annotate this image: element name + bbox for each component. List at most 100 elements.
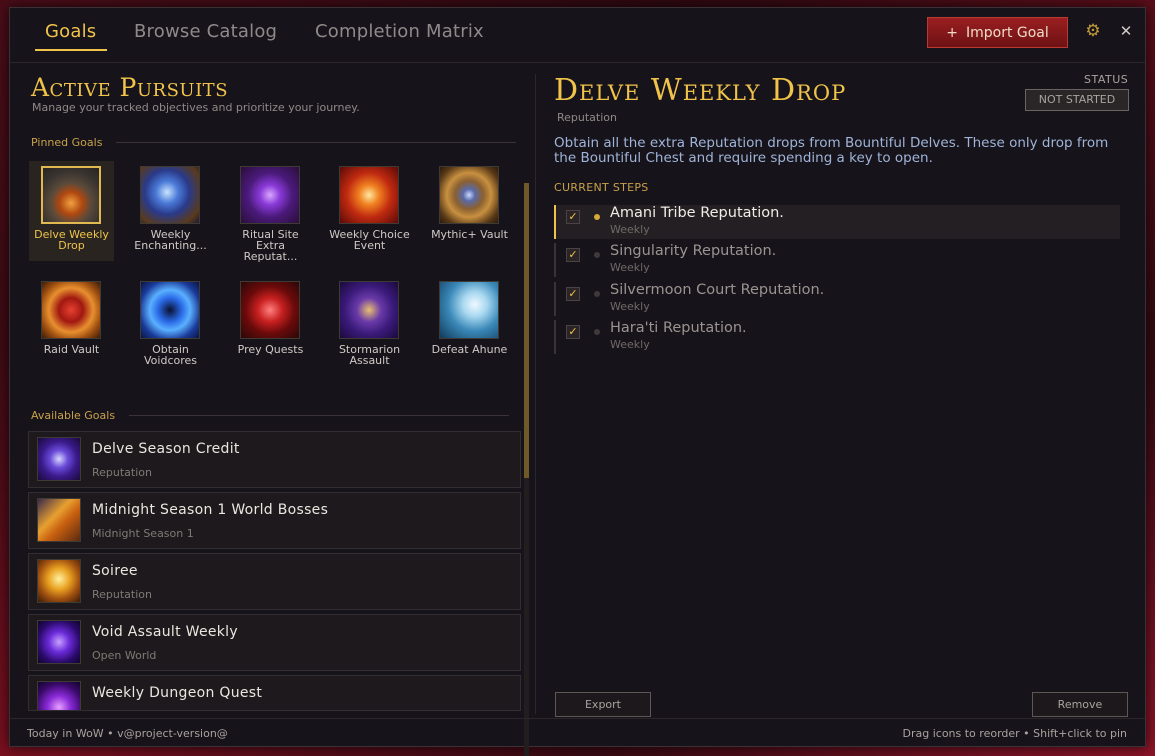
step-text: Amani Tribe Reputation. bbox=[610, 205, 784, 221]
pinned-goal-tile[interactable]: Delve Weekly Drop bbox=[29, 161, 114, 261]
step-text: Singularity Reputation. bbox=[610, 243, 777, 259]
list-item[interactable]: Weekly Dungeon Quest bbox=[28, 675, 521, 711]
vault-compass-icon bbox=[439, 166, 499, 224]
step-frequency: Weekly bbox=[610, 261, 650, 274]
goal-name: Midnight Season 1 World Bosses bbox=[92, 502, 329, 518]
pinned-goal-tile[interactable]: Weekly Enchanting... bbox=[128, 161, 213, 261]
cave-portal-icon bbox=[41, 166, 101, 224]
pinned-goal-tile[interactable]: Ritual Site Extra Reputat... bbox=[228, 161, 313, 263]
steps-header: CURRENT STEPS bbox=[554, 181, 649, 194]
list-item[interactable]: Delve Season Credit Reputation bbox=[28, 431, 521, 488]
footer-hint: Drag icons to reorder • Shift+click to p… bbox=[902, 727, 1128, 740]
step-item[interactable]: ✓ Hara'ti Reputation. Weekly bbox=[554, 320, 1120, 354]
available-goals-header: Available Goals bbox=[31, 409, 510, 422]
page-title: Active Pursuits bbox=[31, 73, 229, 102]
golden-crest-icon bbox=[37, 559, 81, 603]
pinned-goals-header: Pinned Goals bbox=[31, 136, 517, 149]
tab-browse-catalog[interactable]: Browse Catalog bbox=[134, 21, 277, 42]
top-bar: Goals Browse Catalog Completion Matrix +… bbox=[10, 8, 1145, 63]
goal-category: Midnight Season 1 bbox=[92, 527, 194, 540]
pinned-goal-label: Weekly Enchanting... bbox=[134, 228, 207, 252]
pinned-goals-label: Pinned Goals bbox=[31, 136, 103, 149]
pinned-goal-label: Weekly Choice Event bbox=[329, 228, 410, 252]
goal-name: Delve Season Credit bbox=[92, 441, 240, 457]
pinned-goal-label: Prey Quests bbox=[237, 343, 304, 356]
page-subtitle: Manage your tracked objectives and prior… bbox=[32, 101, 360, 114]
step-dot-icon bbox=[594, 291, 600, 297]
active-tab-underline bbox=[35, 49, 107, 51]
checkbox[interactable]: ✓ bbox=[566, 325, 580, 339]
divider bbox=[116, 142, 517, 143]
goal-name: Void Assault Weekly bbox=[92, 624, 238, 640]
void-sigil-icon bbox=[37, 437, 81, 481]
pinned-goal-tile[interactable]: Defeat Ahune bbox=[427, 276, 512, 376]
list-item[interactable]: Midnight Season 1 World Bosses Midnight … bbox=[28, 492, 521, 549]
tab-goals[interactable]: Goals bbox=[45, 21, 96, 42]
enchanting-crystal-icon bbox=[140, 166, 200, 224]
pinned-goal-label: Obtain Voidcores bbox=[144, 343, 197, 367]
import-goal-button[interactable]: + Import Goal bbox=[927, 17, 1068, 48]
pinned-goal-label: Mythic+ Vault bbox=[431, 228, 508, 241]
fire-burst-icon bbox=[339, 166, 399, 224]
step-item[interactable]: ✓ Silvermoon Court Reputation. Weekly bbox=[554, 282, 1120, 316]
ice-elemental-icon bbox=[439, 281, 499, 339]
pinned-goal-tile[interactable]: Stormarion Assault bbox=[327, 276, 412, 376]
pinned-goal-label: Ritual Site Extra Reputat... bbox=[242, 228, 299, 263]
serpent-ring-icon bbox=[339, 281, 399, 339]
step-item[interactable]: ✓ Amani Tribe Reputation. Weekly bbox=[554, 205, 1120, 239]
pinned-goal-tile[interactable]: Weekly Choice Event bbox=[327, 161, 412, 261]
void-rune-icon bbox=[37, 620, 81, 664]
footer: Today in WoW • v@project-version@ Drag i… bbox=[10, 718, 1145, 748]
pinned-goal-label: Stormarion Assault bbox=[338, 343, 401, 367]
remove-button[interactable]: Remove bbox=[1032, 692, 1128, 717]
import-goal-label: Import Goal bbox=[965, 24, 1049, 41]
list-item[interactable]: Void Assault Weekly Open World bbox=[28, 614, 521, 671]
close-icon[interactable]: ✕ bbox=[1118, 22, 1134, 40]
checkbox[interactable]: ✓ bbox=[566, 248, 580, 262]
step-frequency: Weekly bbox=[610, 223, 650, 236]
red-crystal-icon bbox=[240, 281, 300, 339]
pinned-goal-tile[interactable]: Raid Vault bbox=[29, 276, 114, 376]
divider bbox=[129, 415, 510, 416]
available-goals-label: Available Goals bbox=[31, 409, 116, 422]
goal-name: Soiree bbox=[92, 563, 138, 579]
tab-completion-matrix[interactable]: Completion Matrix bbox=[315, 21, 484, 42]
checkbox[interactable]: ✓ bbox=[566, 287, 580, 301]
step-text: Hara'ti Reputation. bbox=[610, 320, 747, 336]
goal-category: Open World bbox=[92, 649, 157, 662]
panel-divider bbox=[535, 74, 536, 714]
raid-vault-icon bbox=[41, 281, 101, 339]
step-frequency: Weekly bbox=[610, 338, 650, 351]
goal-description: Obtain all the extra Reputation drops fr… bbox=[554, 135, 1109, 166]
addon-window: Goals Browse Catalog Completion Matrix +… bbox=[9, 7, 1146, 756]
step-dot-icon bbox=[594, 252, 600, 258]
status-badge[interactable]: NOT STARTED bbox=[1025, 89, 1129, 111]
list-item[interactable]: Soiree Reputation bbox=[28, 553, 521, 610]
step-text: Silvermoon Court Reputation. bbox=[610, 282, 825, 298]
pinned-goal-tile[interactable]: Obtain Voidcores bbox=[128, 276, 213, 376]
dungeon-swirl-icon bbox=[37, 681, 81, 710]
goal-detail-panel: Delve Weekly Drop Reputation STATUS NOT … bbox=[554, 63, 1134, 718]
pinned-goal-tile[interactable]: Prey Quests bbox=[228, 276, 313, 376]
goal-name: Weekly Dungeon Quest bbox=[92, 685, 263, 701]
scrollbar-thumb[interactable] bbox=[524, 183, 529, 478]
step-dot-icon bbox=[594, 329, 600, 335]
goal-category: Reputation bbox=[92, 588, 152, 601]
ritual-figure-icon bbox=[240, 166, 300, 224]
plus-icon: + bbox=[946, 24, 958, 41]
step-dot-icon bbox=[594, 214, 600, 220]
checkbox[interactable]: ✓ bbox=[566, 210, 580, 224]
void-swirl-icon bbox=[140, 281, 200, 339]
goal-category: Reputation bbox=[92, 466, 152, 479]
gear-icon[interactable]: ⚙ bbox=[1084, 22, 1102, 40]
step-frequency: Weekly bbox=[610, 300, 650, 313]
status-label: STATUS bbox=[1084, 73, 1129, 86]
pinned-goal-tile[interactable]: Mythic+ Vault bbox=[427, 161, 512, 261]
pinned-goal-label: Delve Weekly Drop bbox=[34, 228, 109, 252]
export-button[interactable]: Export bbox=[555, 692, 651, 717]
golden-weapon-icon bbox=[37, 498, 81, 542]
pinned-goal-label: Defeat Ahune bbox=[431, 343, 508, 356]
pinned-goal-label: Raid Vault bbox=[43, 343, 100, 356]
footer-version: Today in WoW • v@project-version@ bbox=[27, 727, 228, 740]
step-item[interactable]: ✓ Singularity Reputation. Weekly bbox=[554, 243, 1120, 277]
